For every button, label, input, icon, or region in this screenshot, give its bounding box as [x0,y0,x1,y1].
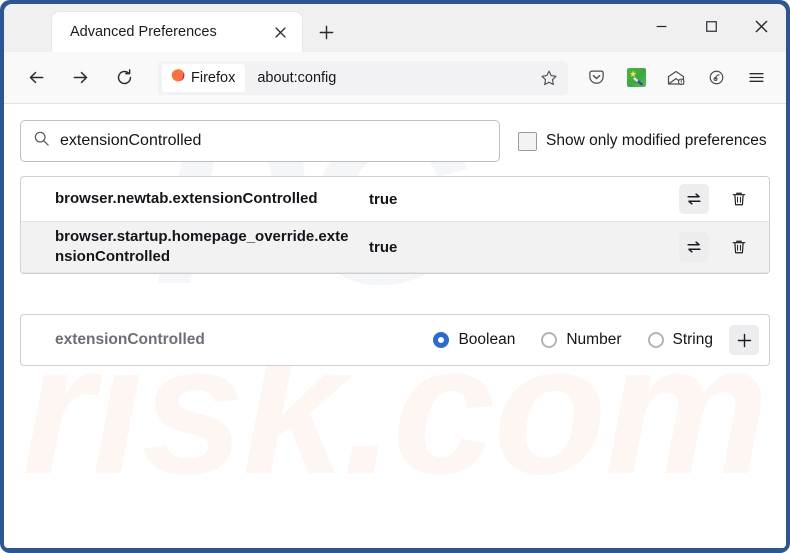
browser-tab[interactable]: Advanced Preferences [52,12,302,52]
title-bar: Advanced Preferences [4,4,786,52]
close-button[interactable] [736,4,786,48]
tab-close-icon[interactable] [268,20,292,44]
pref-value: true [369,238,398,256]
pref-type-string[interactable]: String [647,331,714,349]
pref-name: browser.startup.homepage_override.extens… [55,227,349,265]
reload-button[interactable] [107,61,141,95]
toggle-swap-icon[interactable] [679,184,709,214]
navigation-toolbar: Firefox about:config [4,52,786,104]
row-actions [679,232,759,262]
extension-badge [626,68,646,87]
maximize-button[interactable] [686,4,736,48]
toggle-swap-icon[interactable] [679,232,709,262]
mail-icon[interactable] [660,62,692,94]
back-button[interactable] [19,61,53,95]
show-modified-toggle[interactable]: Show only modified preferences [518,131,767,151]
search-input-value: extensionControlled [60,132,202,149]
bookmark-star-icon[interactable] [534,63,564,93]
identity-box[interactable]: Firefox [162,63,246,92]
new-tab-button[interactable] [312,18,340,46]
trash-icon[interactable] [725,185,753,213]
window-inner: Advanced Preferences Firefox about:confi… [4,4,786,548]
radio-number-label: Number [566,331,622,348]
radio-boolean[interactable] [433,332,450,348]
add-preference-row: extensionControlled Boolean Number Strin… [20,314,770,366]
table-row[interactable]: browser.startup.homepage_override.extens… [21,221,769,273]
radio-number[interactable] [541,332,558,348]
pocket-icon[interactable] [580,62,612,94]
new-pref-name: extensionControlled [55,331,205,348]
radio-string[interactable] [647,332,664,348]
add-preference-button[interactable] [729,325,759,355]
account-icon[interactable] [700,62,732,94]
show-modified-label: Show only modified preferences [546,132,767,149]
hamburger-menu-icon[interactable] [740,62,772,94]
pref-value: true [369,190,398,208]
browser-window: Advanced Preferences Firefox about:confi… [0,0,790,553]
url-bar[interactable]: Firefox about:config [158,60,568,95]
preferences-table: browser.newtab.extensionControlled true [20,176,770,274]
search-input[interactable]: extensionControlled [20,120,500,162]
pref-type-number[interactable]: Number [541,331,622,349]
pref-type-boolean[interactable]: Boolean [433,331,515,349]
trash-icon[interactable] [725,233,753,261]
identity-label: Firefox [191,69,236,86]
tab-title: Advanced Preferences [70,24,217,40]
table-row[interactable]: browser.newtab.extensionControlled true [21,177,769,221]
row-actions [679,184,759,214]
extension-magic-wand-icon[interactable] [620,62,652,94]
show-modified-checkbox[interactable] [518,131,537,151]
pref-type-radio-group: Boolean Number String [433,331,713,349]
pref-name: browser.newtab.extensionControlled [55,189,318,207]
radio-string-label: String [672,331,714,348]
minimize-button[interactable] [636,4,686,48]
firefox-logo-icon [170,67,186,88]
page-content: PC risk.com extensionControlled Show onl… [4,104,786,548]
search-row: extensionControlled Show only modified p… [20,120,770,162]
forward-button[interactable] [63,61,97,95]
search-icon [33,130,50,152]
radio-boolean-label: Boolean [458,331,516,348]
url-text: about:config [257,69,337,86]
window-controls [636,4,786,48]
